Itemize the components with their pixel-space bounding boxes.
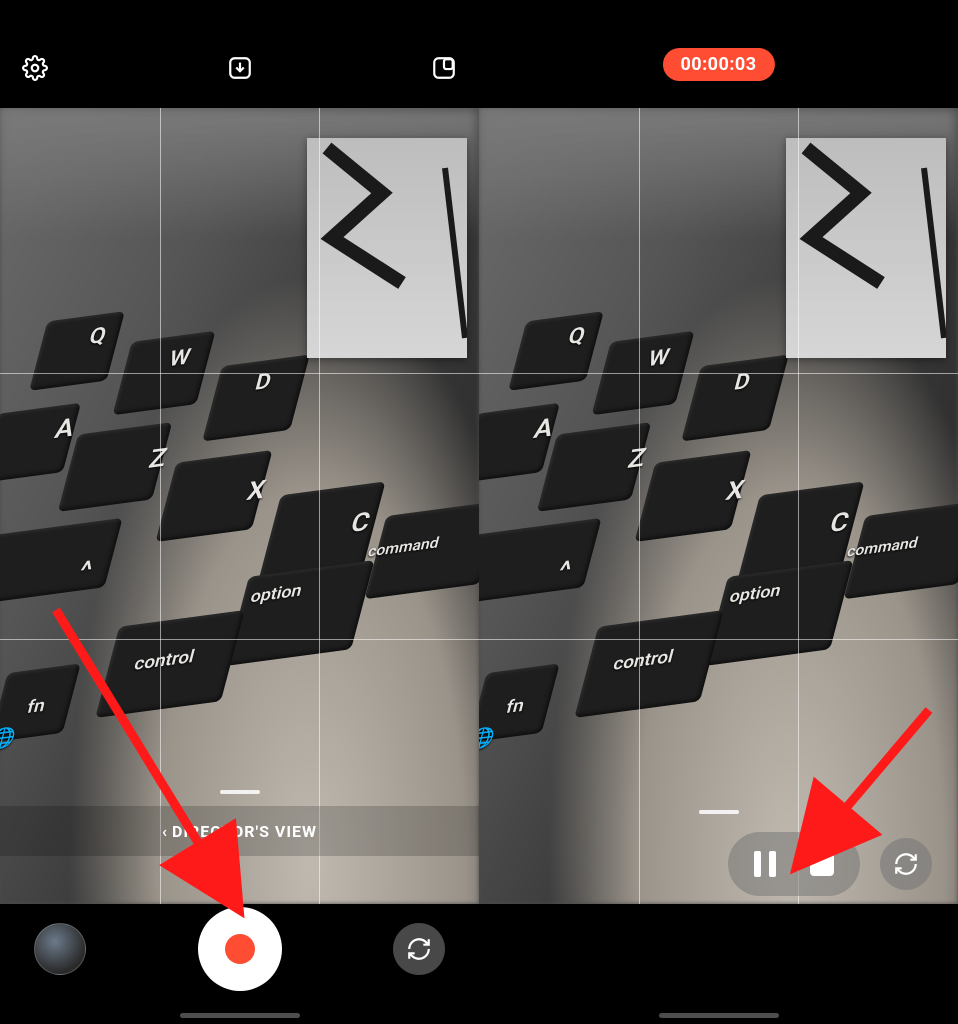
record-dot-icon — [225, 934, 255, 964]
pip-layout-icon[interactable] — [427, 51, 461, 85]
chevron-left-icon: ‹ — [162, 822, 168, 841]
settings-icon[interactable] — [18, 51, 52, 85]
recording-timer-badge: 00:00:03 — [662, 48, 774, 81]
drag-handle[interactable] — [220, 790, 260, 794]
mode-selector[interactable]: ‹ DIRECTOR'S VIEW — [0, 806, 479, 856]
stop-button[interactable] — [810, 852, 834, 876]
camera-viewfinder[interactable]: A Z X C Q W D option command control fn … — [0, 108, 479, 904]
camera-viewfinder[interactable]: A Z X C Q W D option command control fn … — [479, 108, 958, 904]
switch-camera-button[interactable] — [880, 838, 932, 890]
screenshot-right: 00:00:03 A Z X C Q W D option command — [479, 0, 958, 1024]
gallery-thumbnail[interactable] — [34, 923, 86, 975]
download-tray-icon[interactable] — [223, 51, 257, 85]
pip-front-camera-overlay[interactable] — [307, 138, 467, 358]
screenshot-left: A Z X C Q W D option command control fn … — [0, 0, 479, 1024]
recording-controls-pill — [728, 832, 860, 896]
drag-handle[interactable] — [699, 810, 739, 814]
switch-camera-button[interactable] — [393, 923, 445, 975]
recording-time: 00:00:03 — [680, 54, 756, 75]
record-button[interactable] — [198, 907, 282, 991]
gesture-bar — [659, 1013, 779, 1018]
pip-front-camera-overlay[interactable] — [786, 138, 946, 358]
top-toolbar — [0, 38, 479, 98]
pause-button[interactable] — [754, 851, 776, 877]
gesture-bar — [180, 1013, 300, 1018]
mode-label: DIRECTOR'S VIEW — [172, 822, 317, 841]
